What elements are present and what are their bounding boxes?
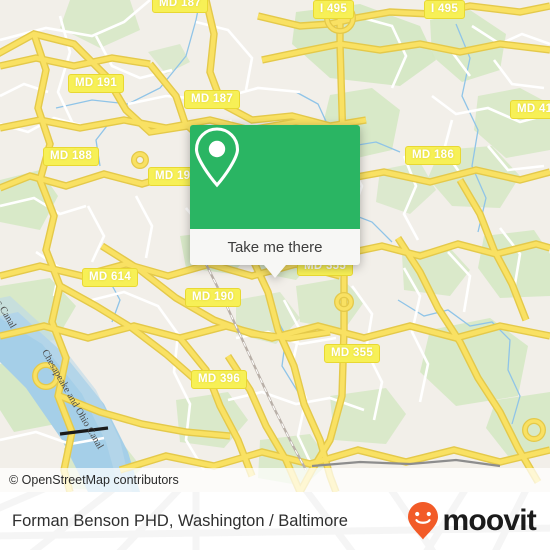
- take-me-there-button[interactable]: Take me there: [190, 229, 360, 265]
- attribution-text: © OpenStreetMap contributors: [9, 473, 179, 487]
- road-shield: MD 186: [405, 146, 462, 165]
- road-shield: MD 188: [43, 147, 100, 166]
- map-canvas[interactable]: MD 187 I 495 I 495 MD 191 MD 187 MD 410 MD 188…: [0, 0, 550, 492]
- road-shield: MD 190: [185, 288, 242, 307]
- road-shield: MD 355: [324, 344, 381, 363]
- road-shield: MD 187: [152, 0, 209, 13]
- road-shield: I 495: [424, 0, 466, 19]
- moovit-map-screenshot: MD 187 I 495 I 495 MD 191 MD 187 MD 410 MD 188…: [0, 0, 550, 550]
- footer-bar: Forman Benson PHD, Washington / Baltimor…: [0, 492, 550, 550]
- location-pin-icon: [194, 127, 240, 188]
- road-shield: I 495: [313, 0, 355, 19]
- road-shield: MD 614: [82, 268, 139, 287]
- road-shield: MD 396: [191, 370, 248, 389]
- road-shield: MD 410: [510, 100, 550, 119]
- moovit-wordmark: moovit: [442, 504, 536, 537]
- popup-tail: [264, 265, 286, 278]
- footer-content: Forman Benson PHD, Washington / Baltimor…: [0, 492, 550, 550]
- moovit-logo[interactable]: moovit: [407, 501, 537, 541]
- moovit-smiley-pin-icon: [408, 502, 439, 540]
- map-attribution[interactable]: © OpenStreetMap contributors: [0, 468, 550, 492]
- location-popup[interactable]: Take me there: [190, 125, 360, 278]
- popup-body: [190, 125, 360, 229]
- place-title: Forman Benson PHD, Washington / Baltimor…: [12, 511, 348, 530]
- road-shield: MD 187: [184, 90, 241, 109]
- road-shield: MD 191: [68, 74, 125, 93]
- take-me-there-label: Take me there: [227, 238, 323, 256]
